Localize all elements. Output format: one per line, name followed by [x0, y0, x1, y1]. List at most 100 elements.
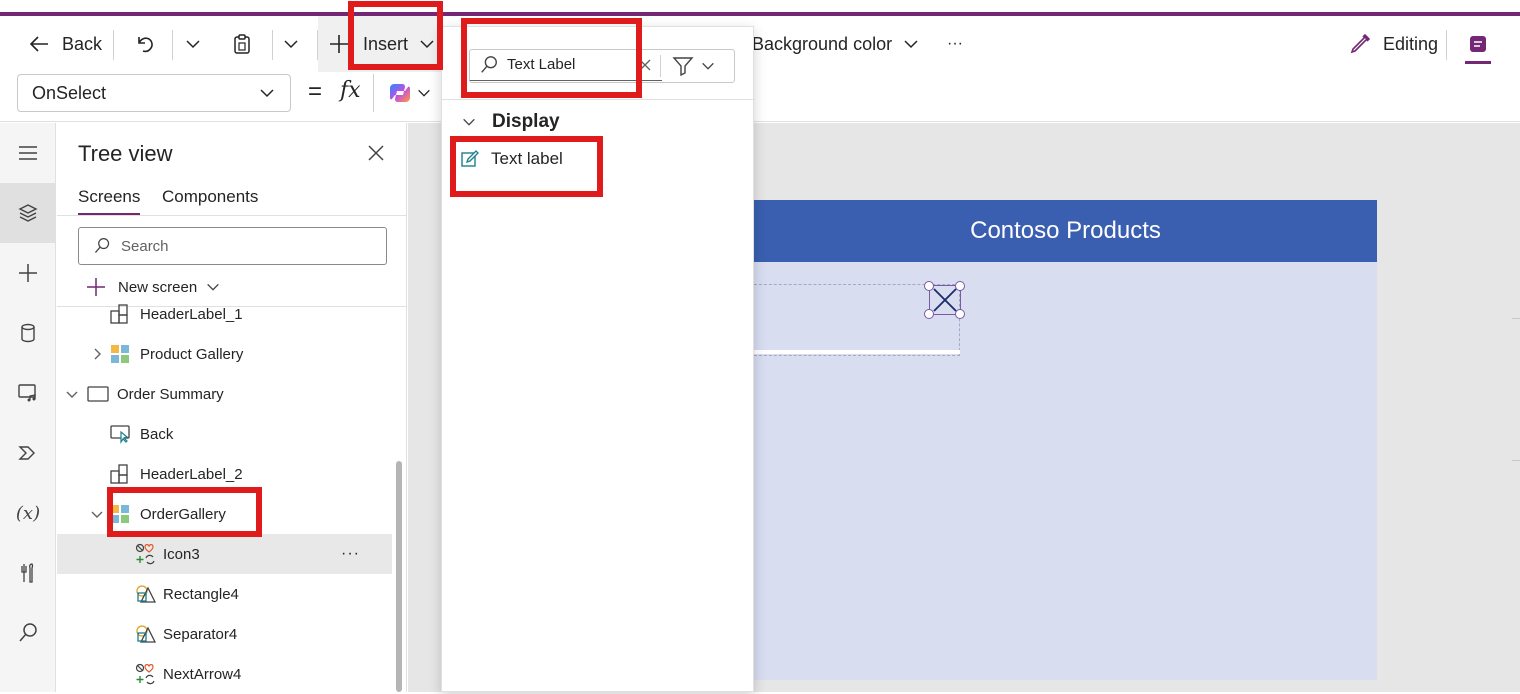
background-color-button[interactable]: Background color — [752, 16, 920, 72]
highlight-insert — [348, 1, 443, 70]
tree-item-headerlabel-1[interactable]: HeaderLabel_1 — [57, 294, 407, 334]
insert-dropdown-panel: Text Label Display Text label — [441, 26, 755, 692]
tree-scrollbar[interactable] — [396, 461, 402, 692]
label-icon — [110, 464, 130, 484]
divider — [57, 215, 407, 216]
paste-dropdown-button[interactable] — [282, 16, 300, 72]
back-button[interactable]: Back — [28, 16, 102, 72]
chevron-down-icon — [65, 387, 79, 401]
fx-label: fx — [340, 78, 361, 103]
tree-item-order-summary[interactable]: Order Summary — [57, 374, 407, 414]
database-icon — [17, 322, 39, 344]
undo-dropdown-button[interactable] — [184, 16, 202, 72]
icons-icon — [135, 543, 157, 565]
more-options-button[interactable]: ··· — [341, 545, 360, 563]
tree-search-input[interactable]: Search — [78, 227, 387, 265]
tab-screens[interactable]: Screens — [78, 187, 141, 216]
tree-item-label: HeaderLabel_1 — [140, 305, 243, 323]
advanced-tools-button[interactable] — [0, 543, 56, 603]
chevron-down-icon — [700, 58, 716, 74]
search-rail-button[interactable] — [0, 603, 56, 663]
property-dropdown[interactable]: OnSelect — [17, 74, 291, 112]
chevron-right-icon — [90, 347, 104, 361]
arrow-left-icon — [28, 33, 50, 55]
tree-item-back[interactable]: Back — [57, 414, 407, 454]
tree-view-panel: Tree view Screens Components Search New … — [57, 123, 407, 692]
chevron-down-icon — [461, 114, 477, 130]
app-checker-button[interactable] — [1465, 16, 1491, 72]
background-color-label: Background color — [752, 33, 893, 54]
paste-button[interactable] — [231, 16, 253, 72]
tree-view-title: Tree view — [78, 141, 173, 166]
filter-icon — [672, 55, 694, 77]
clipboard-icon — [231, 33, 253, 55]
tree-item-label: Product Gallery — [140, 345, 244, 363]
app-screen[interactable] — [754, 200, 1377, 680]
tab-screens-label: Screens — [78, 187, 141, 206]
screen-header[interactable]: Contoso Products — [754, 200, 1377, 262]
tree-item-product-gallery[interactable]: Product Gallery — [57, 334, 407, 374]
more-commands-button[interactable]: ··· — [947, 16, 963, 72]
tree-item-rectangle4[interactable]: Rectangle4 — [57, 574, 407, 614]
separator-line — [754, 350, 960, 354]
power-automate-button[interactable] — [0, 423, 56, 483]
editing-label: Editing — [1383, 33, 1439, 54]
command-bar: Back Insert Background color ··· Editing — [0, 16, 1520, 72]
chevron-down-icon — [205, 279, 221, 295]
resize-handle[interactable] — [955, 309, 965, 319]
flow-icon — [17, 442, 39, 464]
hamburger-icon — [17, 142, 39, 164]
tab-components[interactable]: Components — [162, 187, 258, 207]
shape-icon — [135, 583, 157, 605]
tree-item-label: Rectangle4 — [163, 585, 239, 603]
tree-item-separator4[interactable]: Separator4 — [57, 614, 407, 654]
notes-icon — [1467, 33, 1489, 55]
tree-item-label: Order Summary — [117, 385, 224, 403]
tree-item-label: Icon3 — [163, 545, 200, 563]
data-button[interactable] — [0, 303, 56, 363]
resize-handle[interactable] — [924, 309, 934, 319]
tree-item-icon3[interactable]: Icon3 ··· — [57, 534, 392, 574]
new-screen-label: New screen — [118, 278, 198, 296]
undo-button[interactable] — [134, 16, 156, 72]
variables-button[interactable]: (𝑥) — [0, 483, 56, 543]
tree-view-button[interactable] — [0, 183, 56, 243]
search-icon — [17, 622, 39, 644]
variables-icon: (𝑥) — [15, 502, 41, 524]
icons-icon — [135, 663, 157, 685]
media-icon — [17, 382, 39, 404]
chevron-down-icon — [258, 84, 276, 102]
tree-item-label: HeaderLabel_2 — [140, 465, 243, 483]
chevron-down-icon — [184, 35, 202, 53]
highlight-ordergallery — [107, 487, 262, 537]
copilot-button[interactable] — [373, 74, 441, 112]
media-button[interactable] — [0, 363, 56, 423]
close-tree-view-button[interactable] — [366, 143, 386, 168]
divider — [1512, 318, 1520, 319]
resize-handle[interactable] — [955, 281, 965, 291]
button-icon — [110, 424, 132, 444]
resize-handle[interactable] — [924, 281, 934, 291]
screen-icon — [87, 385, 109, 403]
divider — [272, 30, 273, 60]
tree-item-label: Separator4 — [163, 625, 238, 643]
filter-button[interactable] — [672, 55, 716, 77]
copilot-icon — [388, 81, 412, 105]
display-section-header[interactable]: Display — [461, 111, 560, 133]
divider — [172, 30, 173, 60]
active-indicator — [1465, 61, 1491, 64]
section-title: Display — [492, 111, 560, 132]
chevron-down-icon — [90, 507, 104, 521]
tree-item-nextarrow4[interactable]: NextArrow4 — [57, 654, 407, 694]
pencil-icon — [1348, 32, 1372, 56]
editing-mode-button[interactable]: Editing — [1348, 16, 1438, 72]
tools-icon — [17, 562, 39, 584]
chevron-down-icon — [416, 85, 432, 101]
insert-rail-button[interactable] — [0, 243, 56, 303]
plus-icon — [17, 262, 39, 284]
close-icon — [366, 143, 386, 163]
search-placeholder: Search — [121, 237, 169, 255]
hamburger-menu-button[interactable] — [0, 123, 56, 183]
chevron-down-icon — [282, 35, 300, 53]
screen-header-text: Contoso Products — [970, 217, 1161, 244]
